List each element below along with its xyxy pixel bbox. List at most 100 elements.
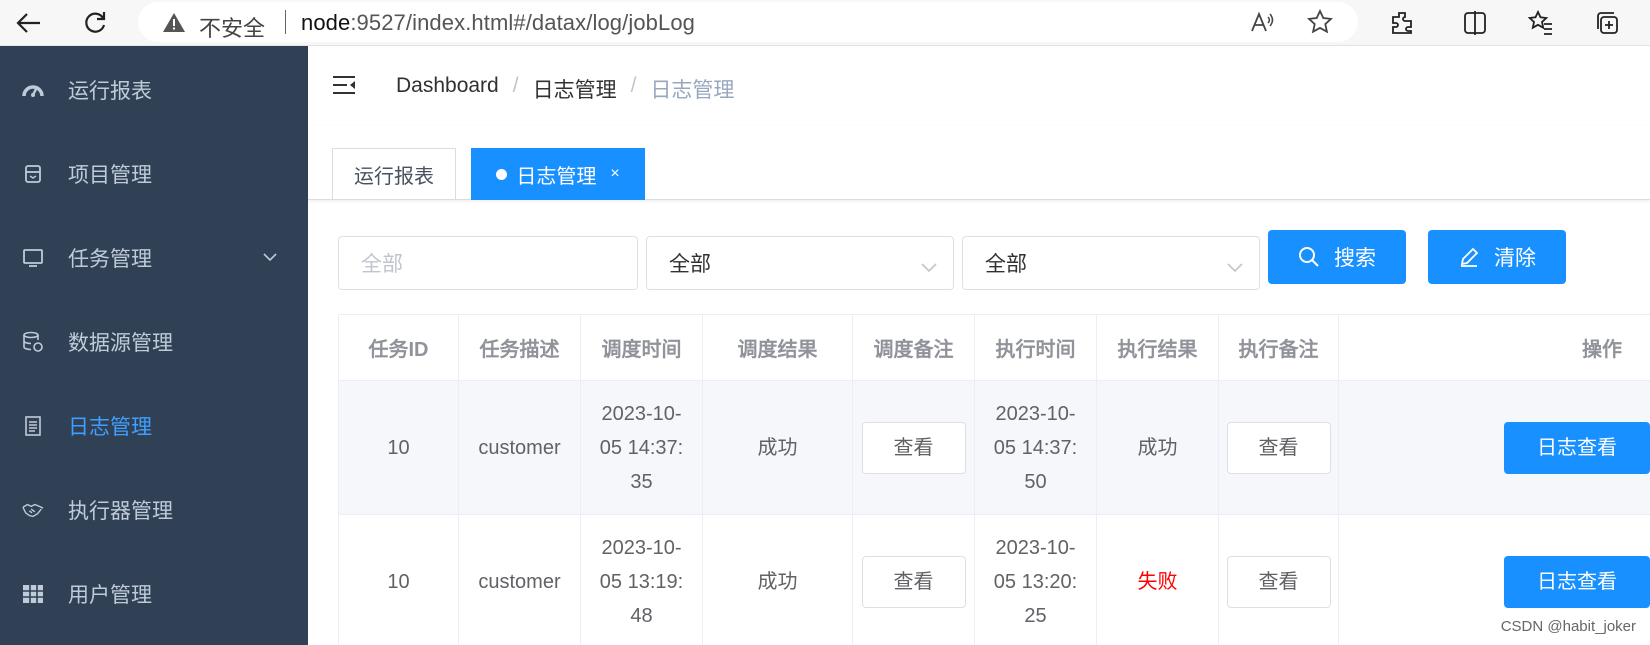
handle-status-select[interactable]: 全部 — [962, 236, 1260, 290]
sidebar-item-label: 运行报表 — [68, 80, 152, 103]
cell-id: 10 — [339, 381, 459, 515]
handshake-icon — [22, 499, 44, 521]
select-value: 全部 — [669, 253, 711, 276]
chevron-down-icon — [1227, 255, 1243, 279]
log-table: 任务ID 任务描述 调度时间 调度结果 调度备注 执行时间 执行结果 执行备注 … — [338, 314, 1650, 645]
col-header-action: 操作 — [1339, 315, 1650, 381]
view-log-button[interactable]: 日志查看 — [1504, 421, 1650, 474]
breadcrumb-item-current: 日志管理 — [650, 79, 735, 102]
view-handle-note-button[interactable]: 查看 — [1226, 421, 1331, 474]
col-header-trigger-note: 调度备注 — [853, 315, 975, 381]
view-log-button[interactable]: 日志查看 — [1504, 555, 1650, 608]
read-aloud-icon[interactable] — [1248, 8, 1276, 36]
extensions-icon[interactable] — [1385, 6, 1419, 40]
input-placeholder: 全部 — [361, 253, 403, 276]
database-icon — [22, 331, 44, 353]
tag-log[interactable]: 日志管理 × — [471, 148, 645, 200]
cell-trigger-note: 查看 — [853, 381, 975, 515]
favorite-star-icon[interactable] — [1306, 8, 1334, 36]
edit-icon — [1458, 246, 1480, 268]
cell-trigger-result: 成功 — [703, 515, 853, 645]
back-icon[interactable] — [12, 6, 46, 40]
table-icon — [22, 583, 44, 605]
tag-label: 运行报表 — [354, 165, 434, 188]
breadcrumb-item-dashboard[interactable]: Dashboard — [396, 74, 499, 104]
clear-button-label: 清除 — [1494, 247, 1536, 270]
navbar: Dashboard / 日志管理 / 日志管理 — [308, 46, 1650, 126]
cell-handle-note: 查看 — [1219, 381, 1339, 515]
sidebar-item-label: 日志管理 — [68, 416, 152, 439]
col-header-handle-note: 执行备注 — [1219, 315, 1339, 381]
view-trigger-note-button[interactable]: 查看 — [861, 555, 966, 608]
view-handle-note-button[interactable]: 查看 — [1226, 555, 1331, 608]
sidebar-item-dashboard[interactable]: 运行报表 — [0, 48, 308, 132]
sidebar-item-task[interactable]: 任务管理 — [0, 216, 308, 300]
insecure-label: 不安全 — [199, 16, 266, 41]
cell-handle-time: 2023-10- 05 14:37: 50 — [975, 381, 1097, 515]
sidebar-item-executor[interactable]: 执行器管理 — [0, 468, 308, 552]
sidebar-item-project[interactable]: 项目管理 — [0, 132, 308, 216]
tag-label: 日志管理 — [516, 165, 597, 188]
cell-handle-result: 成功 — [1097, 381, 1219, 515]
sidebar-item-label: 数据源管理 — [68, 332, 173, 355]
active-dot-icon — [496, 168, 508, 180]
address-divider — [285, 10, 286, 34]
breadcrumb-item-log: 日志管理 — [532, 79, 617, 102]
cell-handle-result: 失败 — [1097, 515, 1219, 645]
collections-icon[interactable] — [1590, 6, 1624, 40]
breadcrumb-separator: / — [630, 74, 637, 97]
search-button[interactable]: 搜索 — [1268, 230, 1406, 284]
col-header-trigger-time: 调度时间 — [581, 315, 703, 381]
project-icon — [22, 163, 44, 185]
col-header-handle-result: 执行结果 — [1097, 315, 1219, 381]
select-value: 全部 — [985, 253, 1027, 276]
search-icon — [1298, 246, 1320, 268]
cell-action: 日志查看 — [1339, 381, 1650, 515]
watermark: CSDN @habit_joker — [1500, 618, 1636, 635]
sidebar-item-datasource[interactable]: 数据源管理 — [0, 300, 308, 384]
cell-trigger-note: 查看 — [853, 515, 975, 645]
close-icon[interactable]: × — [610, 165, 619, 183]
cell-trigger-time: 2023-10- 05 14:37: 35 — [581, 381, 703, 515]
chevron-down-icon — [921, 255, 937, 279]
sidebar-item-label: 执行器管理 — [68, 500, 173, 523]
hamburger-icon[interactable] — [332, 75, 356, 100]
tag-dashboard[interactable]: 运行报表 — [332, 148, 456, 200]
sidebar-item-user[interactable]: 用户管理 — [0, 552, 308, 636]
sidebar-item-label: 任务管理 — [68, 248, 152, 271]
address-bar[interactable]: 不安全 node:9527/index.html#/datax/log/jobL… — [138, 2, 1358, 42]
sidebar-item-label: 用户管理 — [68, 584, 152, 607]
task-filter-input[interactable]: 全部 — [338, 236, 638, 290]
search-button-label: 搜索 — [1334, 247, 1376, 270]
breadcrumb-separator: / — [512, 74, 519, 97]
col-header-trigger-result: 调度结果 — [703, 315, 853, 381]
cell-handle-note: 查看 — [1219, 515, 1339, 645]
refresh-icon[interactable] — [78, 6, 112, 40]
warning-icon — [162, 12, 186, 38]
cell-id: 10 — [339, 515, 459, 645]
cell-desc: customer — [459, 515, 581, 645]
split-screen-icon[interactable] — [1458, 6, 1492, 40]
favorites-icon[interactable] — [1524, 6, 1558, 40]
browser-toolbar: 不安全 node:9527/index.html#/datax/log/jobL… — [0, 0, 1650, 46]
breadcrumb: Dashboard / 日志管理 / 日志管理 — [396, 74, 734, 104]
view-trigger-note-button[interactable]: 查看 — [861, 421, 966, 474]
sidebar-item-label: 项目管理 — [68, 164, 152, 187]
trigger-status-select[interactable]: 全部 — [646, 236, 954, 290]
cell-trigger-time: 2023-10- 05 13:19: 48 — [581, 515, 703, 645]
document-icon — [22, 415, 44, 437]
sidebar-item-log[interactable]: 日志管理 — [0, 384, 308, 468]
cell-desc: customer — [459, 381, 581, 515]
col-header-id: 任务ID — [339, 315, 459, 381]
dashboard-icon — [22, 79, 44, 101]
clear-button[interactable]: 清除 — [1428, 230, 1566, 284]
col-header-handle-time: 执行时间 — [975, 315, 1097, 381]
col-header-desc: 任务描述 — [459, 315, 581, 381]
monitor-icon — [22, 247, 44, 269]
sidebar: 运行报表 项目管理 任务管理 数据源管理 日志管理 执行器管理 用户管理 — [0, 46, 308, 645]
url-text: node:9527/index.html#/datax/log/jobLog — [301, 10, 695, 35]
tags-view: 运行报表 日志管理 × — [308, 126, 1650, 200]
chevron-down-icon — [262, 249, 278, 267]
cell-handle-time: 2023-10- 05 13:20: 25 — [975, 515, 1097, 645]
cell-trigger-result: 成功 — [703, 381, 853, 515]
